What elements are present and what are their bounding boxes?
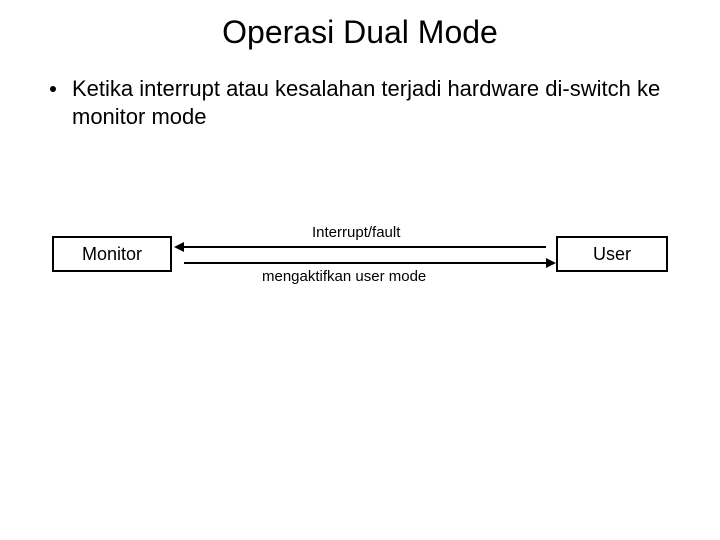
bullet-dot-icon xyxy=(50,86,56,92)
page-title: Operasi Dual Mode xyxy=(0,0,720,51)
arrow-line-top xyxy=(184,246,546,248)
arrow-label-top: Interrupt/fault xyxy=(312,224,400,241)
arrowhead-left-icon xyxy=(174,242,184,252)
arrow-label-bottom: mengaktifkan user mode xyxy=(262,268,426,285)
arrow-line-bottom xyxy=(184,262,546,264)
bullet-text: Ketika interrupt atau kesalahan terjadi … xyxy=(72,75,680,130)
bullet-item: Ketika interrupt atau kesalahan terjadi … xyxy=(50,75,680,130)
arrowhead-right-icon xyxy=(546,258,556,268)
mode-diagram: Monitor User Interrupt/fault mengaktifka… xyxy=(52,220,668,300)
monitor-box: Monitor xyxy=(52,236,172,272)
bullet-list: Ketika interrupt atau kesalahan terjadi … xyxy=(0,51,720,130)
user-box: User xyxy=(556,236,668,272)
